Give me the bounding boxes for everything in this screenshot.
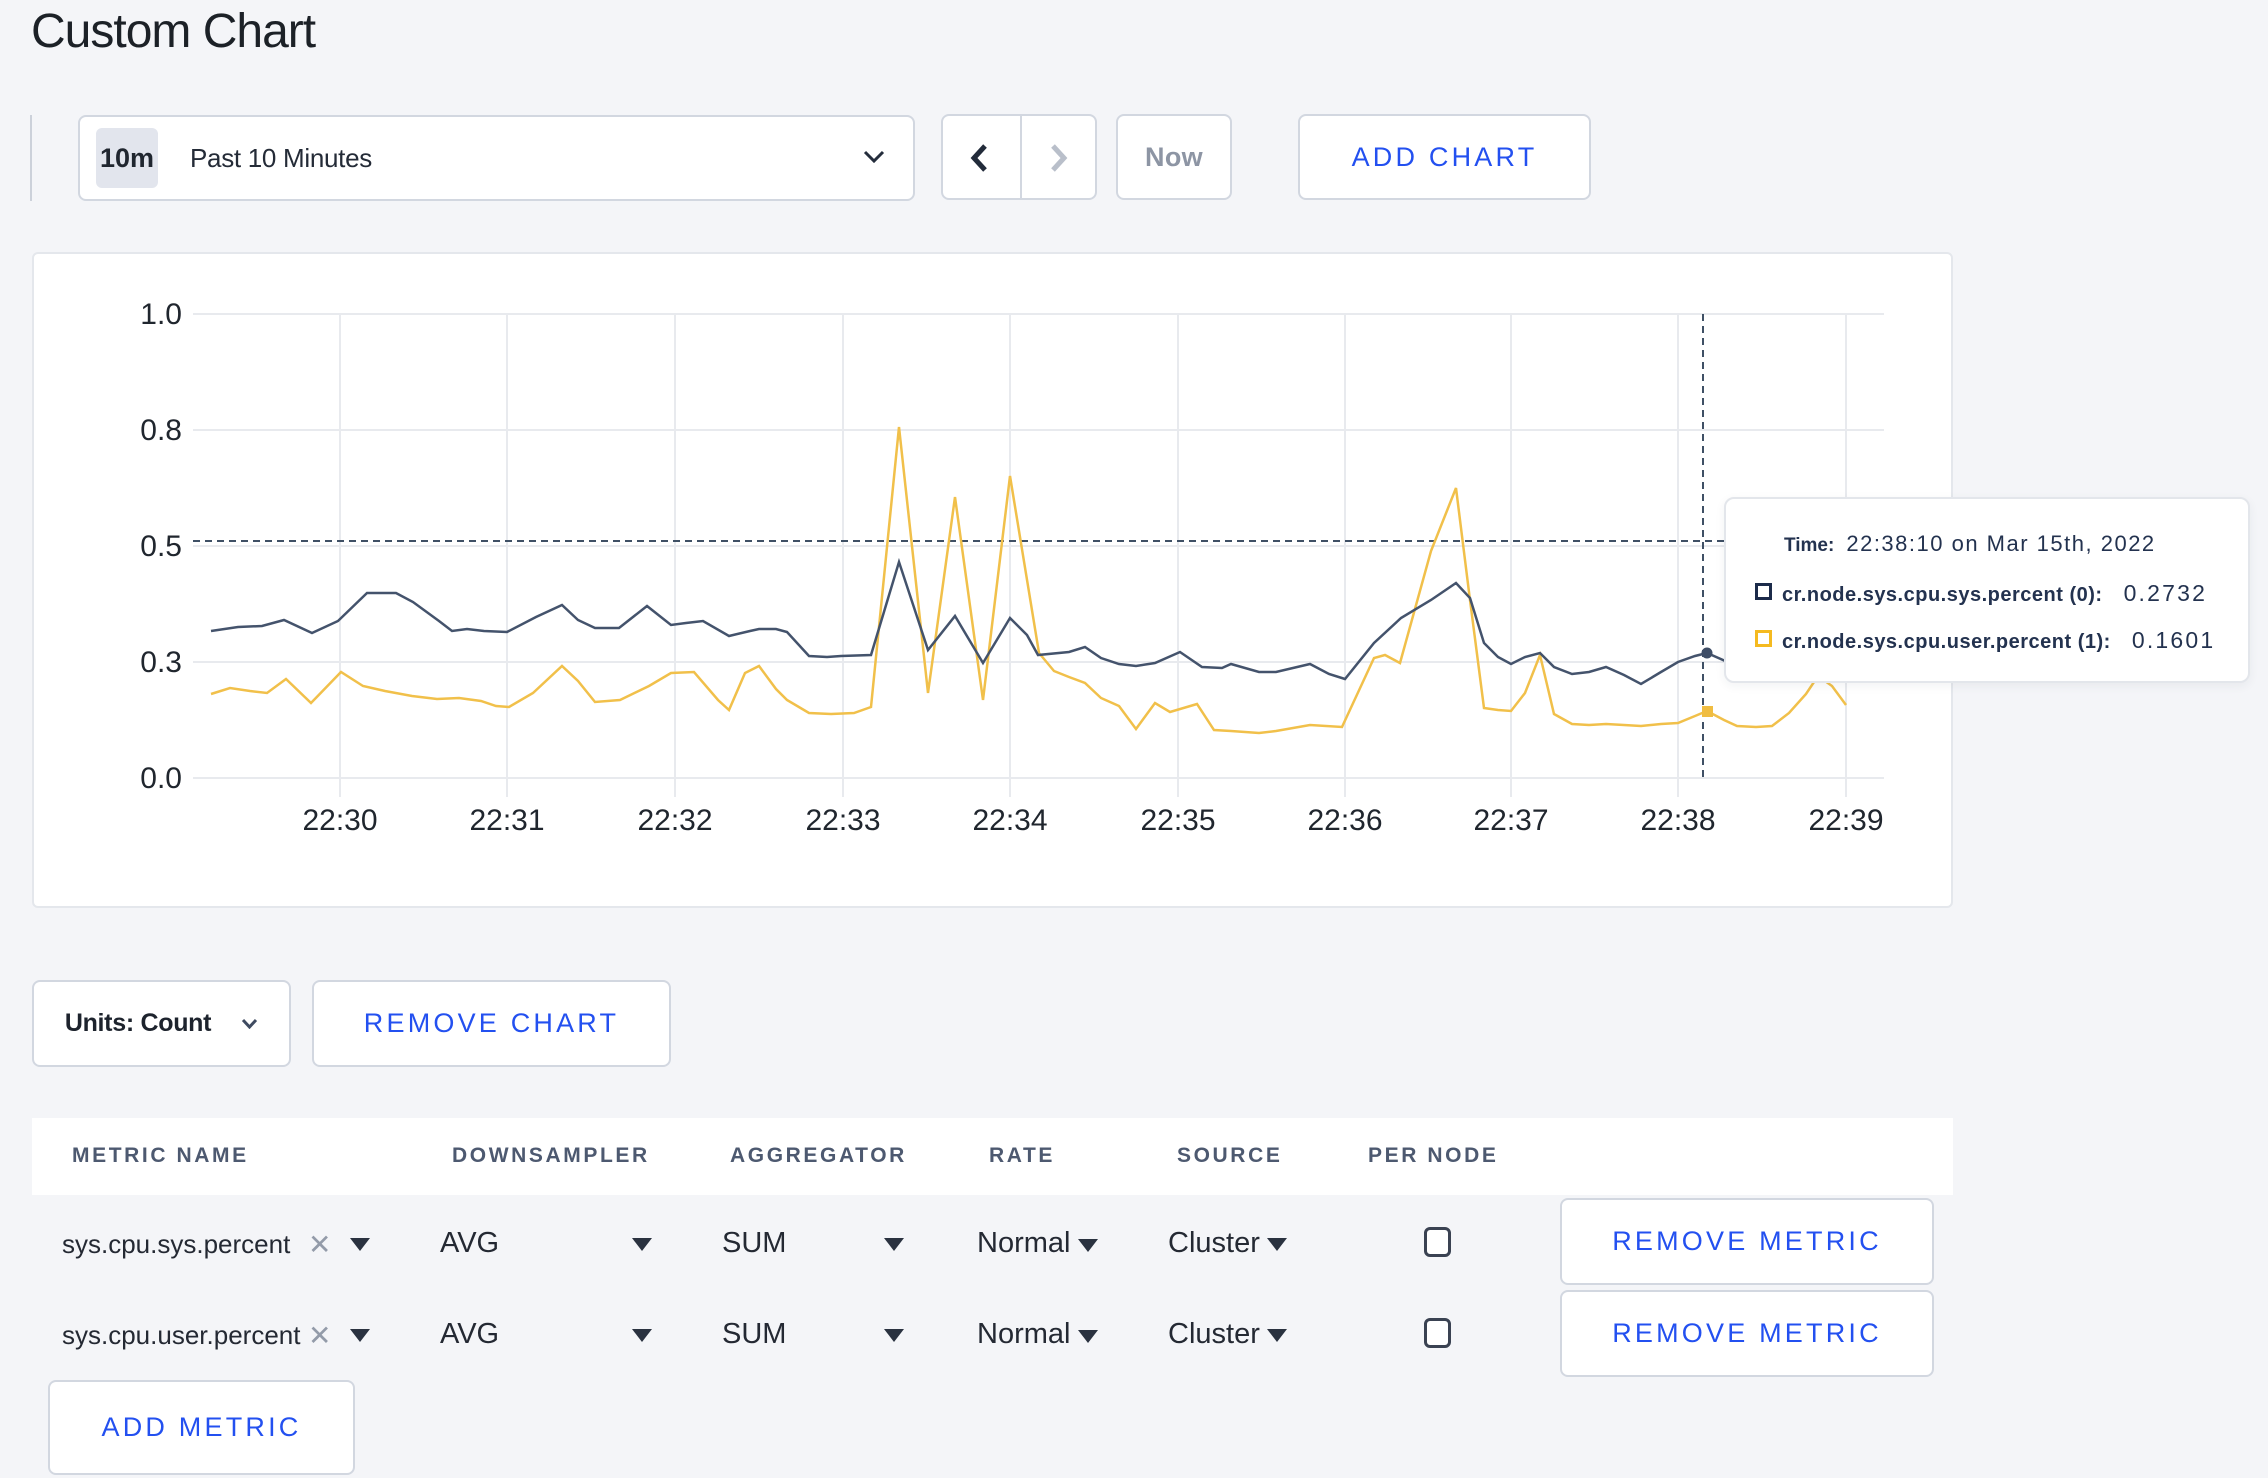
svg-text:22:37: 22:37: [1473, 804, 1548, 837]
svg-text:0.3: 0.3: [140, 646, 182, 679]
svg-text:22:30: 22:30: [302, 804, 377, 837]
svg-text:1.0: 1.0: [140, 298, 182, 331]
svg-text:22:38: 22:38: [1640, 804, 1715, 837]
svg-text:22:34: 22:34: [972, 804, 1047, 837]
svg-text:0.8: 0.8: [140, 414, 182, 447]
svg-text:22:33: 22:33: [805, 804, 880, 837]
svg-text:0.0: 0.0: [140, 762, 182, 795]
svg-text:22:32: 22:32: [637, 804, 712, 837]
svg-text:22:35: 22:35: [1140, 804, 1215, 837]
svg-text:0.5: 0.5: [140, 530, 182, 563]
svg-text:22:39: 22:39: [1808, 804, 1883, 837]
svg-text:22:36: 22:36: [1307, 804, 1382, 837]
svg-text:22:31: 22:31: [469, 804, 544, 837]
